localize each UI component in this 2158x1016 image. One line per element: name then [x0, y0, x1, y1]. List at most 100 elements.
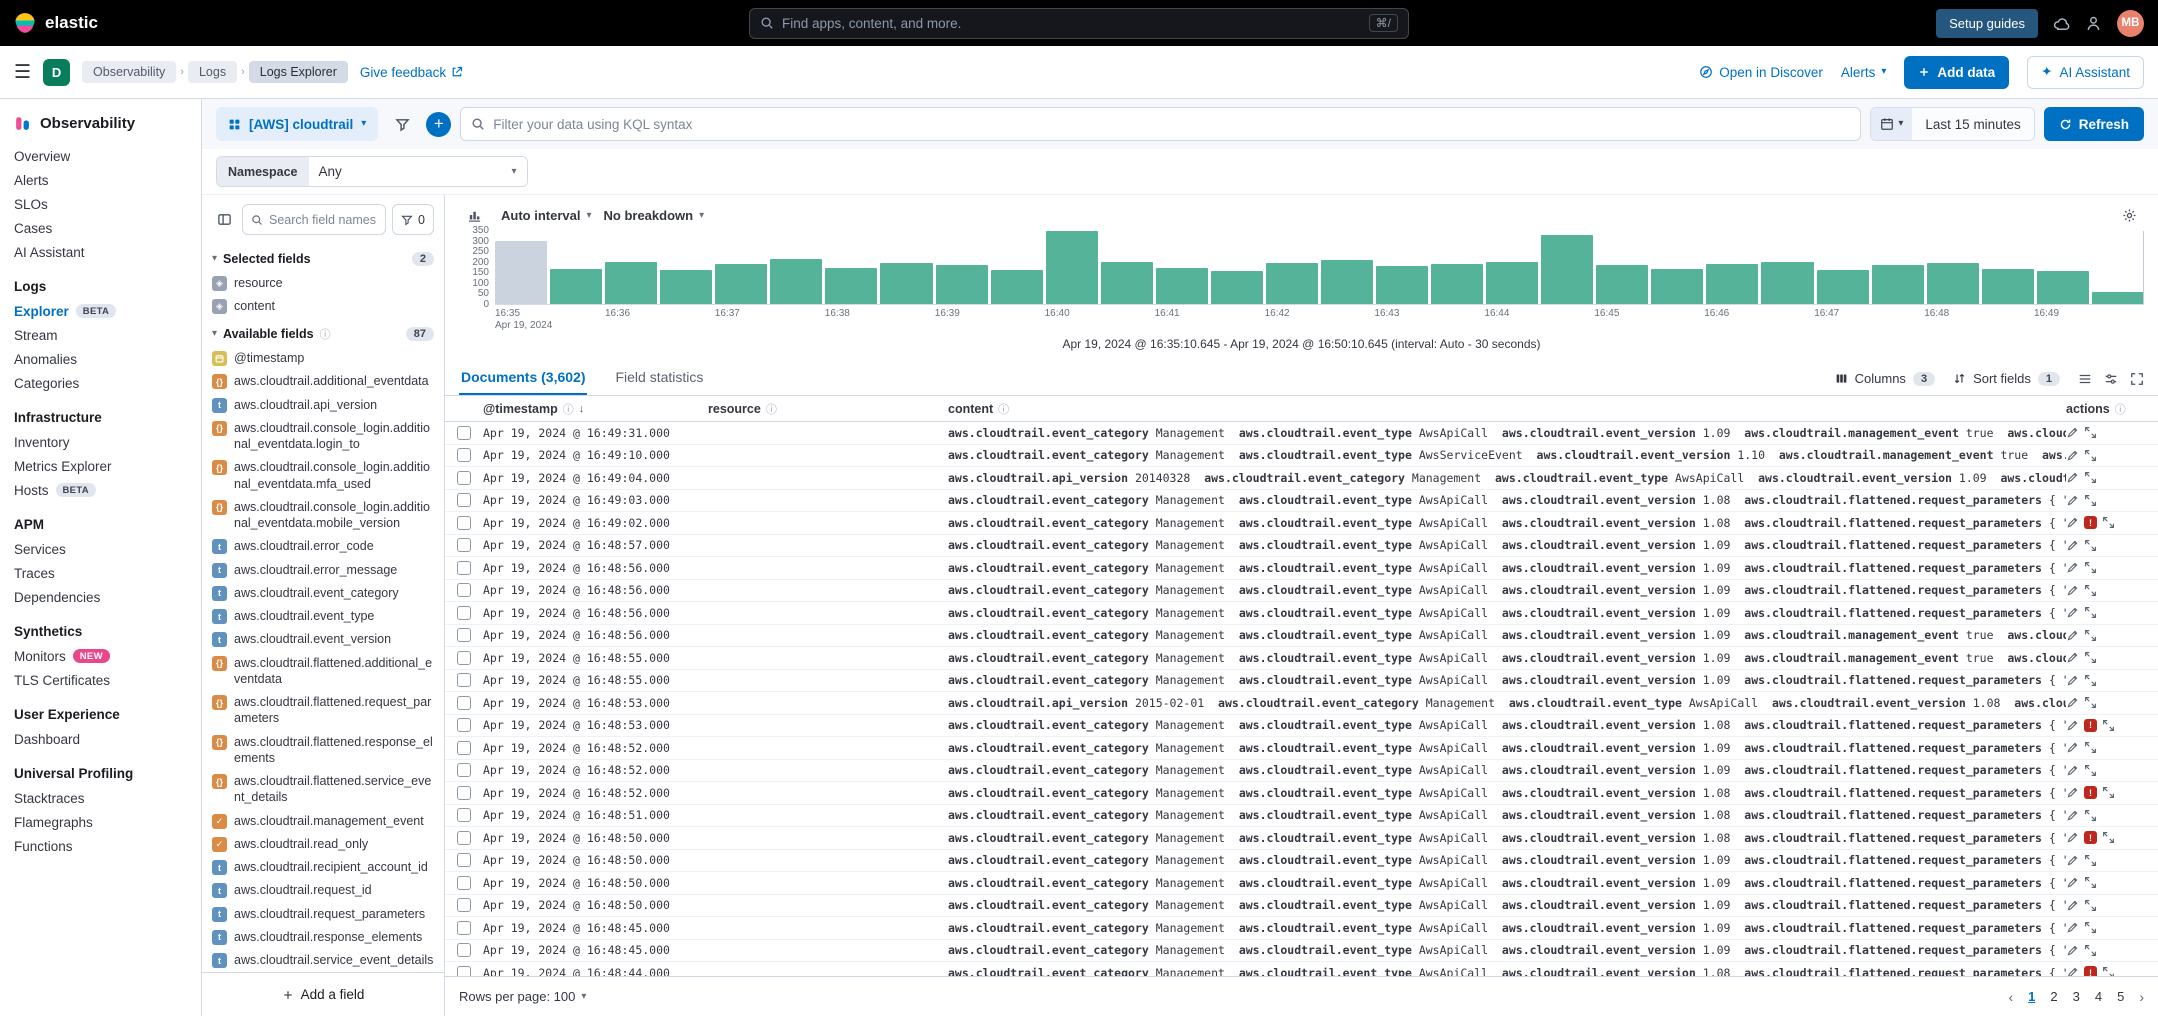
row-checkbox[interactable] [457, 561, 471, 575]
histogram-bar[interactable] [1596, 265, 1648, 304]
degraded-doc-icon[interactable]: ! [2084, 786, 2097, 799]
degraded-doc-icon[interactable]: ! [2084, 516, 2097, 529]
global-search-input[interactable] [782, 16, 1361, 31]
sidebar-item-cases[interactable]: Cases [0, 216, 201, 240]
row-checkbox[interactable] [457, 696, 471, 710]
edit-icon[interactable] [2066, 809, 2079, 822]
field-filter-button[interactable]: 0 [392, 204, 434, 235]
edit-icon[interactable] [2066, 674, 2079, 687]
field-item[interactable]: taws.cloudtrail.event_category [212, 581, 434, 604]
sidebar-item-anomalies[interactable]: Anomalies [0, 347, 201, 371]
field-item[interactable]: {}aws.cloudtrail.console_login.additiona… [212, 495, 434, 535]
expand-document-icon[interactable] [2084, 606, 2097, 619]
expand-document-icon[interactable] [2084, 651, 2097, 664]
sort-desc-icon[interactable]: ↓ [579, 403, 585, 415]
kql-search-bar[interactable] [460, 107, 1861, 141]
histogram-bar[interactable] [605, 262, 657, 304]
edit-icon[interactable] [2066, 539, 2079, 552]
expand-document-icon[interactable] [2084, 696, 2097, 709]
expand-document-icon[interactable] [2084, 741, 2097, 754]
row-checkbox[interactable] [457, 853, 471, 867]
breadcrumb-item[interactable]: Observability [82, 61, 176, 83]
field-item[interactable]: ◈resource [212, 271, 434, 294]
expand-document-icon[interactable] [2084, 629, 2097, 642]
global-search[interactable]: ⌘/ [749, 8, 1409, 39]
degraded-doc-icon[interactable]: ! [2084, 719, 2097, 732]
columns-button[interactable]: Columns 3 [1835, 371, 1935, 386]
ai-assistant-button[interactable]: ✦ AI Assistant [2027, 56, 2144, 89]
sidebar-item-dependencies[interactable]: Dependencies [0, 585, 201, 609]
display-options-icon[interactable] [2104, 372, 2118, 386]
filter-icon[interactable] [387, 109, 417, 139]
column-header-content[interactable]: content ⓘ [948, 401, 2066, 417]
tab-documents[interactable]: Documents (3,602) [459, 360, 587, 395]
time-range-button[interactable]: Last 15 minutes [1912, 108, 2033, 140]
field-item[interactable]: taws.cloudtrail.request_parameters [212, 902, 434, 925]
column-header-timestamp[interactable]: @timestamp ⓘ ↓ [483, 401, 708, 417]
field-item[interactable]: ✓aws.cloudtrail.management_event [212, 809, 434, 832]
histogram-bar[interactable] [1541, 235, 1593, 304]
elastic-logo[interactable]: elastic [14, 12, 98, 34]
histogram-bar[interactable] [1927, 263, 1979, 304]
sidebar-item-slos[interactable]: SLOs [0, 192, 201, 216]
histogram-bar[interactable] [1156, 268, 1208, 305]
add-field-button[interactable]: Add a field [202, 972, 444, 1016]
space-badge[interactable]: D [43, 59, 70, 86]
edit-icon[interactable] [2066, 606, 2079, 619]
degraded-doc-icon[interactable]: ! [2084, 831, 2097, 844]
kql-input[interactable] [493, 117, 1850, 132]
row-checkbox[interactable] [457, 831, 471, 845]
expand-document-icon[interactable] [2084, 809, 2097, 822]
expand-document-icon[interactable] [2084, 494, 2097, 507]
field-item[interactable]: taws.cloudtrail.recipient_account_id [212, 856, 434, 879]
row-checkbox[interactable] [457, 628, 471, 642]
sidebar-item-services[interactable]: Services [0, 537, 201, 561]
row-checkbox[interactable] [457, 718, 471, 732]
sidebar-item-inventory[interactable]: Inventory [0, 430, 201, 454]
sidebar-item-monitors[interactable]: MonitorsNEW [0, 644, 201, 668]
sidebar-item-metrics-explorer[interactable]: Metrics Explorer [0, 454, 201, 478]
row-checkbox[interactable] [457, 651, 471, 665]
row-checkbox[interactable] [457, 921, 471, 935]
page-5[interactable]: 5 [2117, 989, 2124, 1004]
edit-icon[interactable] [2066, 516, 2079, 529]
row-checkbox[interactable] [457, 606, 471, 620]
edit-icon[interactable] [2066, 426, 2079, 439]
expand-document-icon[interactable] [2102, 831, 2115, 844]
edit-icon[interactable] [2066, 651, 2079, 664]
row-checkbox[interactable] [457, 538, 471, 552]
refresh-button[interactable]: Refresh [2044, 107, 2144, 141]
histogram-bar[interactable] [770, 259, 822, 304]
histogram-bar[interactable] [2037, 271, 2089, 304]
row-checkbox[interactable] [457, 426, 471, 440]
histogram-bar[interactable] [991, 270, 1043, 304]
expand-document-icon[interactable] [2102, 966, 2115, 976]
sidebar-item-traces[interactable]: Traces [0, 561, 201, 585]
histogram-bar[interactable] [1321, 260, 1373, 304]
degraded-doc-icon[interactable]: ! [2084, 966, 2097, 976]
field-item[interactable]: {}aws.cloudtrail.flattened.response_elem… [212, 730, 434, 770]
expand-document-icon[interactable] [2084, 584, 2097, 597]
breadcrumb-item[interactable]: Logs [188, 61, 237, 83]
histogram-bar[interactable] [936, 265, 988, 304]
edit-icon[interactable] [2066, 629, 2079, 642]
row-checkbox[interactable] [457, 763, 471, 777]
row-checkbox[interactable] [457, 471, 471, 485]
sort-fields-button[interactable]: Sort fields 1 [1953, 371, 2060, 386]
edit-icon[interactable] [2066, 831, 2079, 844]
edit-icon[interactable] [2066, 449, 2079, 462]
cloud-icon[interactable] [2053, 15, 2070, 32]
expand-document-icon[interactable] [2084, 944, 2097, 957]
histogram-bar[interactable] [550, 269, 602, 304]
edit-icon[interactable] [2066, 786, 2079, 799]
histogram-bar[interactable] [1761, 262, 1813, 304]
field-item[interactable]: taws.cloudtrail.error_code [212, 535, 434, 558]
expand-document-icon[interactable] [2102, 786, 2115, 799]
row-checkbox[interactable] [457, 673, 471, 687]
sidebar-item-dashboard[interactable]: Dashboard [0, 727, 201, 751]
next-page-icon[interactable]: › [2139, 989, 2144, 1005]
histogram-bar[interactable] [660, 270, 712, 304]
histogram-bar[interactable] [880, 263, 932, 304]
row-checkbox[interactable] [457, 448, 471, 462]
sidebar-item-hosts[interactable]: HostsBETA [0, 478, 201, 502]
